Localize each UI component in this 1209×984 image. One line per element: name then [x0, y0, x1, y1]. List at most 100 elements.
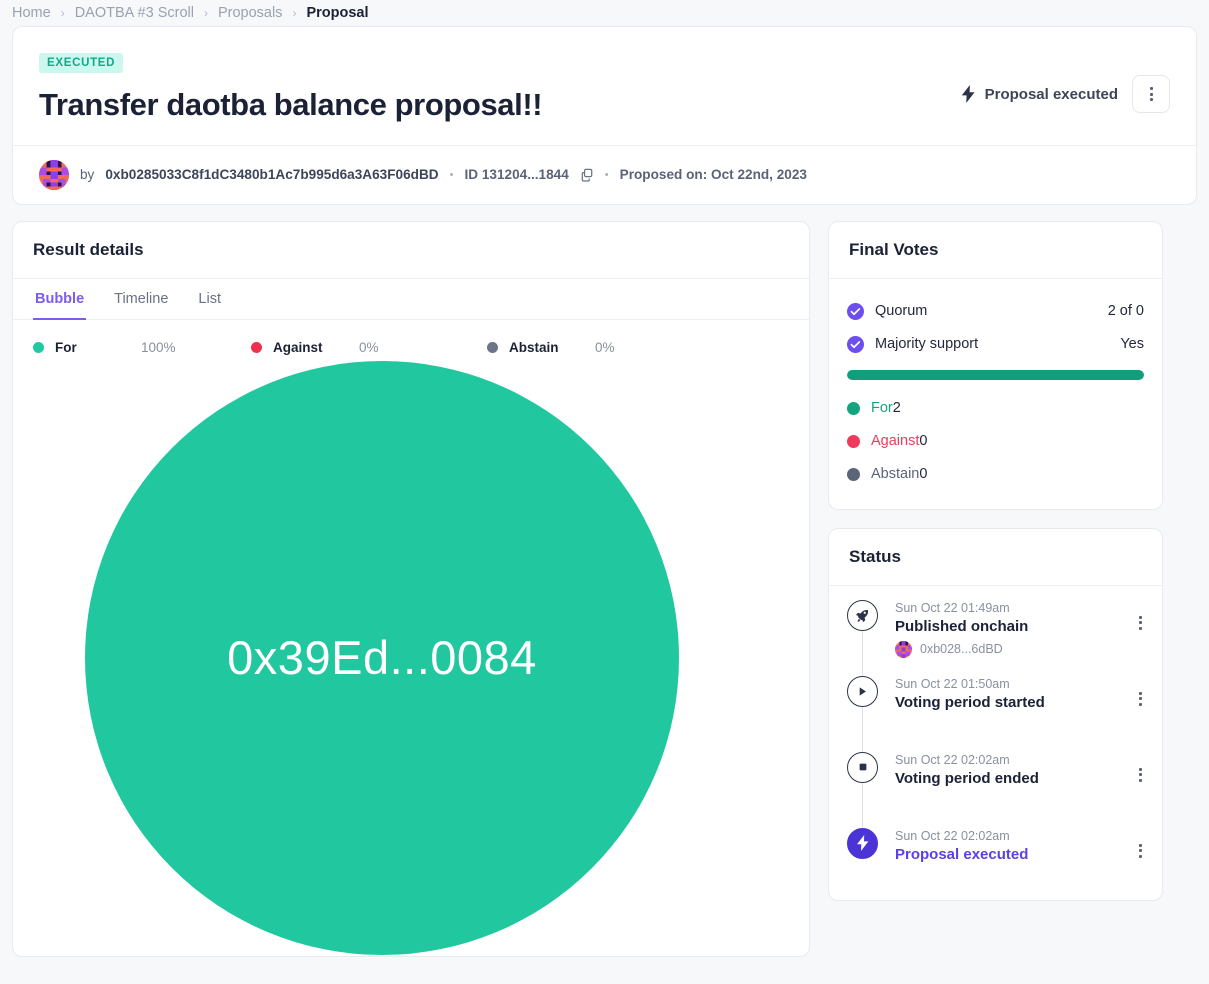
bolt-icon — [847, 827, 878, 859]
timeline-connector — [862, 706, 863, 758]
kebab-menu-icon — [1149, 87, 1153, 101]
breadcrumb: Home › DAOTBA #3 Scroll › Proposals › Pr… — [0, 0, 1209, 26]
rocket-icon — [847, 599, 878, 631]
timeline-item: Sun Oct 22 01:49am Published onchain 0xb… — [847, 599, 1144, 682]
tab-bubble[interactable]: Bubble — [33, 279, 87, 320]
left-column: Result details Bubble Timeline List For … — [12, 220, 810, 957]
timeline-item: Sun Oct 22 02:02am Voting period ended — [847, 751, 1144, 834]
timeline-connector — [862, 782, 863, 834]
timeline-item: Sun Oct 22 02:02am Proposal executed — [847, 827, 1144, 882]
proposed-on-date: Proposed on: Oct 22nd, 2023 — [619, 167, 807, 183]
chevron-right-icon: › — [292, 6, 297, 20]
page-body: EXECUTED Transfer daotba balance proposa… — [0, 26, 1209, 957]
check-circle-icon — [847, 335, 864, 353]
timeline-time: Sun Oct 22 02:02am — [895, 828, 1010, 843]
copy-icon[interactable] — [580, 168, 594, 182]
legend-label: Against — [273, 339, 323, 355]
result-details-tabs: Bubble Timeline List — [13, 279, 809, 320]
timeline-options-button[interactable] — [1139, 752, 1144, 828]
proposal-header-card: EXECUTED Transfer daotba balance proposa… — [12, 26, 1197, 205]
timeline-title: Proposal executed — [895, 845, 1029, 863]
author-address[interactable]: 0xb0285033C8f1dC3480b1Ac7b995d6a3A63F06d… — [105, 167, 438, 182]
vote-tally-for: For 2 — [847, 392, 1144, 425]
play-icon — [847, 675, 878, 707]
timeline-title: Voting period ended — [895, 769, 1039, 787]
vote-tally-against: Against 0 — [847, 425, 1144, 458]
timeline-time: Sun Oct 22 01:49am — [895, 600, 1010, 615]
legend-item-against: Against 0% — [251, 340, 487, 355]
timeline-options-button[interactable] — [1139, 600, 1144, 676]
avatar — [39, 159, 69, 190]
timeline-title: Voting period started — [895, 693, 1045, 711]
chevron-right-icon: › — [60, 6, 65, 20]
final-votes-body: Quorum 2 of 0 Majority support Yes For 2… — [829, 279, 1162, 509]
right-column: Final Votes Quorum 2 of 0 Majority suppo… — [828, 220, 1163, 901]
meta-separator: • — [604, 168, 609, 181]
status-card: Status Sun Oct 22 01:49am Published onch… — [828, 527, 1163, 901]
vote-legend: For 100% Against 0% Abstain 0% — [13, 320, 809, 361]
majority-support-value: Yes — [1120, 336, 1144, 353]
author-by-label: by — [80, 167, 95, 183]
tab-timeline[interactable]: Timeline — [112, 279, 170, 320]
page-title: Transfer daotba balance proposal!! — [39, 87, 543, 122]
abstain-dot-icon — [847, 467, 860, 481]
vote-count: 0 — [919, 466, 928, 483]
majority-support-label: Majority support — [875, 336, 979, 353]
bolt-icon — [961, 85, 976, 103]
vote-tally-abstain: Abstain 0 — [847, 458, 1144, 491]
legend-item-for: For 100% — [33, 340, 251, 355]
legend-label: Abstain — [509, 339, 559, 355]
vote-bubble[interactable]: 0x39Ed...0084 — [85, 360, 679, 955]
breadcrumb-item-proposal: Proposal — [306, 5, 369, 21]
proposal-meta-row: by 0xb0285033C8f1dC3480b1Ac7b995d6a3A63F… — [13, 144, 1196, 204]
vote-bubble-label: 0x39Ed...0084 — [227, 631, 537, 685]
avatar — [895, 640, 912, 658]
vote-count: 2 — [892, 400, 901, 417]
final-votes-title: Final Votes — [829, 222, 1162, 279]
timeline-time: Sun Oct 22 02:02am — [895, 752, 1010, 767]
status-badge: EXECUTED — [39, 53, 124, 73]
timeline-subrow: 0xb028...6dBD — [895, 640, 1139, 658]
quorum-row: Quorum 2 of 0 — [847, 295, 1144, 328]
vote-label: For — [871, 400, 893, 417]
breadcrumb-item-home[interactable]: Home — [12, 5, 51, 21]
proposal-id: ID 131204...1844 — [464, 167, 569, 183]
meta-separator: • — [449, 168, 454, 181]
tab-list[interactable]: List — [196, 279, 223, 320]
proposal-header-top: EXECUTED Transfer daotba balance proposa… — [13, 27, 1196, 145]
bubble-chart: 0x39Ed...0084 — [13, 360, 809, 955]
chevron-right-icon: › — [203, 6, 208, 20]
timeline-options-button[interactable] — [1139, 676, 1144, 752]
majority-support-row: Majority support Yes — [847, 328, 1144, 361]
result-details-title: Result details — [13, 222, 809, 279]
status-title: Status — [829, 529, 1162, 586]
against-dot-icon — [847, 434, 860, 448]
legend-label: For — [55, 339, 77, 355]
votes-progress-bar — [847, 369, 1144, 380]
timeline-options-button[interactable] — [1139, 828, 1144, 882]
kebab-menu-icon — [1139, 691, 1142, 706]
against-dot-icon — [251, 341, 262, 353]
abstain-dot-icon — [487, 341, 498, 353]
final-votes-card: Final Votes Quorum 2 of 0 Majority suppo… — [828, 220, 1163, 510]
content-columns: Result details Bubble Timeline List For … — [12, 220, 1197, 957]
timeline-address: 0xb028...6dBD — [920, 642, 1003, 657]
proposal-options-button[interactable] — [1132, 75, 1170, 113]
legend-percent: 0% — [359, 339, 379, 355]
kebab-menu-icon — [1139, 615, 1142, 630]
legend-item-abstain: Abstain 0% — [487, 340, 705, 355]
breadcrumb-item-dao[interactable]: DAOTBA #3 Scroll — [75, 5, 194, 21]
timeline-time: Sun Oct 22 01:50am — [895, 676, 1010, 691]
quorum-value: 2 of 0 — [1107, 303, 1144, 320]
legend-percent: 0% — [595, 339, 615, 355]
proposal-executed-label: Proposal executed — [984, 85, 1118, 103]
for-dot-icon — [847, 401, 860, 415]
timeline-item: Sun Oct 22 01:50am Voting period started — [847, 675, 1144, 758]
kebab-menu-icon — [1139, 843, 1142, 858]
stop-icon — [847, 751, 878, 783]
breadcrumb-item-proposals[interactable]: Proposals — [218, 5, 282, 21]
vote-label: Against — [871, 433, 920, 450]
proposal-header-left: EXECUTED Transfer daotba balance proposa… — [39, 53, 961, 123]
status-timeline: Sun Oct 22 01:49am Published onchain 0xb… — [829, 586, 1162, 900]
for-dot-icon — [33, 341, 44, 353]
